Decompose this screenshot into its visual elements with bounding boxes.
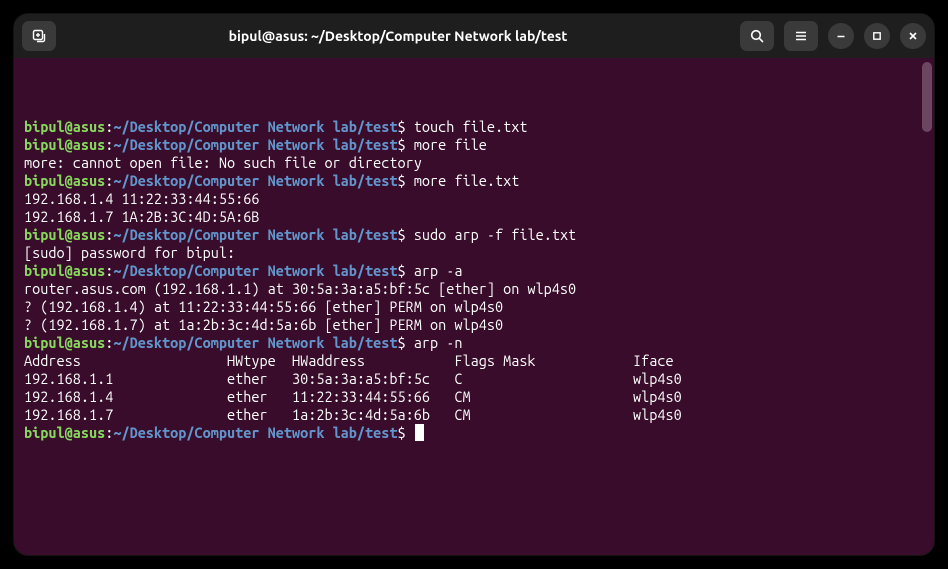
minimize-button[interactable] bbox=[828, 23, 854, 49]
prompt-symbol: $ bbox=[398, 172, 414, 189]
titlebar: bipul@asus: ~/Desktop/Computer Network l… bbox=[14, 14, 934, 58]
command-text: more file bbox=[414, 136, 487, 153]
terminal-line: [sudo] password for bipul: bbox=[24, 244, 924, 262]
prompt-user: bipul@asus bbox=[24, 424, 105, 441]
terminal-line: ? (192.168.1.4) at 11:22:33:44:55:66 [et… bbox=[24, 298, 924, 316]
output-text: router.asus.com (192.168.1.1) at 30:5a:3… bbox=[24, 280, 576, 297]
terminal-line: bipul@asus:~/Desktop/Computer Network la… bbox=[24, 334, 924, 352]
prompt-user: bipul@asus bbox=[24, 262, 105, 279]
prompt-symbol: $ bbox=[398, 136, 414, 153]
scrollbar-thumb[interactable] bbox=[922, 62, 932, 132]
prompt-user: bipul@asus bbox=[24, 118, 105, 135]
terminal-line: bipul@asus:~/Desktop/Computer Network la… bbox=[24, 226, 924, 244]
prompt-path: ~/Desktop/Computer Network lab/test bbox=[113, 262, 397, 279]
terminal-body[interactable]: bipul@asus:~/Desktop/Computer Network la… bbox=[14, 58, 934, 555]
prompt-path: ~/Desktop/Computer Network lab/test bbox=[113, 118, 397, 135]
new-tab-button[interactable] bbox=[22, 21, 56, 51]
titlebar-right bbox=[740, 21, 926, 51]
prompt-symbol: $ bbox=[398, 334, 414, 351]
prompt-user: bipul@asus bbox=[24, 172, 105, 189]
prompt-symbol: $ bbox=[398, 262, 414, 279]
command-text: arp -a bbox=[414, 262, 463, 279]
prompt-path: ~/Desktop/Computer Network lab/test bbox=[113, 172, 397, 189]
search-button[interactable] bbox=[740, 21, 774, 51]
terminal-line: 192.168.1.4 11:22:33:44:55:66 bbox=[24, 190, 924, 208]
terminal-line: Address HWtype HWaddress Flags Mask Ifac… bbox=[24, 352, 924, 370]
terminal-line: 192.168.1.7 ether 1a:2b:3c:4d:5a:6b CM w… bbox=[24, 406, 924, 424]
output-text: ? (192.168.1.7) at 1a:2b:3c:4d:5a:6b [et… bbox=[24, 316, 503, 333]
output-text: 192.168.1.7 1A:2B:3C:4D:5A:6B bbox=[24, 208, 259, 225]
output-text: 192.168.1.1 ether 30:5a:3a:a5:bf:5c C wl… bbox=[24, 370, 682, 387]
prompt-symbol: $ bbox=[398, 226, 414, 243]
output-text: Address HWtype HWaddress Flags Mask Ifac… bbox=[24, 352, 674, 369]
output-text: 192.168.1.4 11:22:33:44:55:66 bbox=[24, 190, 259, 207]
prompt-symbol: $ bbox=[398, 424, 414, 441]
output-text: 192.168.1.4 ether 11:22:33:44:55:66 CM w… bbox=[24, 388, 682, 405]
terminal-window: bipul@asus: ~/Desktop/Computer Network l… bbox=[14, 14, 934, 555]
terminal-line: more: cannot open file: No such file or … bbox=[24, 154, 924, 172]
command-text: touch file.txt bbox=[414, 118, 528, 135]
terminal-line: bipul@asus:~/Desktop/Computer Network la… bbox=[24, 118, 924, 136]
output-text: 192.168.1.7 ether 1a:2b:3c:4d:5a:6b CM w… bbox=[24, 406, 682, 423]
prompt-user: bipul@asus bbox=[24, 226, 105, 243]
command-text: arp -n bbox=[414, 334, 463, 351]
terminal-line: 192.168.1.4 ether 11:22:33:44:55:66 CM w… bbox=[24, 388, 924, 406]
terminal-line: 192.168.1.7 1A:2B:3C:4D:5A:6B bbox=[24, 208, 924, 226]
prompt-symbol: $ bbox=[398, 118, 414, 135]
prompt-user: bipul@asus bbox=[24, 136, 105, 153]
terminal-line: router.asus.com (192.168.1.1) at 30:5a:3… bbox=[24, 280, 924, 298]
cursor bbox=[415, 424, 424, 441]
output-text: more: cannot open file: No such file or … bbox=[24, 154, 422, 171]
output-text: ? (192.168.1.4) at 11:22:33:44:55:66 [et… bbox=[24, 298, 503, 315]
menu-button[interactable] bbox=[784, 21, 818, 51]
prompt-user: bipul@asus bbox=[24, 334, 105, 351]
prompt-path: ~/Desktop/Computer Network lab/test bbox=[113, 136, 397, 153]
output-text: [sudo] password for bipul: bbox=[24, 244, 243, 261]
close-button[interactable] bbox=[900, 23, 926, 49]
terminal-line: bipul@asus:~/Desktop/Computer Network la… bbox=[24, 172, 924, 190]
terminal-line: bipul@asus:~/Desktop/Computer Network la… bbox=[24, 262, 924, 280]
terminal-line: bipul@asus:~/Desktop/Computer Network la… bbox=[24, 424, 924, 442]
terminal-line: 192.168.1.1 ether 30:5a:3a:a5:bf:5c C wl… bbox=[24, 370, 924, 388]
prompt-path: ~/Desktop/Computer Network lab/test bbox=[113, 226, 397, 243]
command-text: more file.txt bbox=[414, 172, 520, 189]
prompt-path: ~/Desktop/Computer Network lab/test bbox=[113, 334, 397, 351]
terminal-line: bipul@asus:~/Desktop/Computer Network la… bbox=[24, 136, 924, 154]
terminal-line: ? (192.168.1.7) at 1a:2b:3c:4d:5a:6b [et… bbox=[24, 316, 924, 334]
command-text: sudo arp -f file.txt bbox=[414, 226, 576, 243]
maximize-button[interactable] bbox=[864, 23, 890, 49]
window-title: bipul@asus: ~/Desktop/Computer Network l… bbox=[64, 28, 732, 44]
prompt-path: ~/Desktop/Computer Network lab/test bbox=[113, 424, 397, 441]
titlebar-left bbox=[22, 21, 56, 51]
